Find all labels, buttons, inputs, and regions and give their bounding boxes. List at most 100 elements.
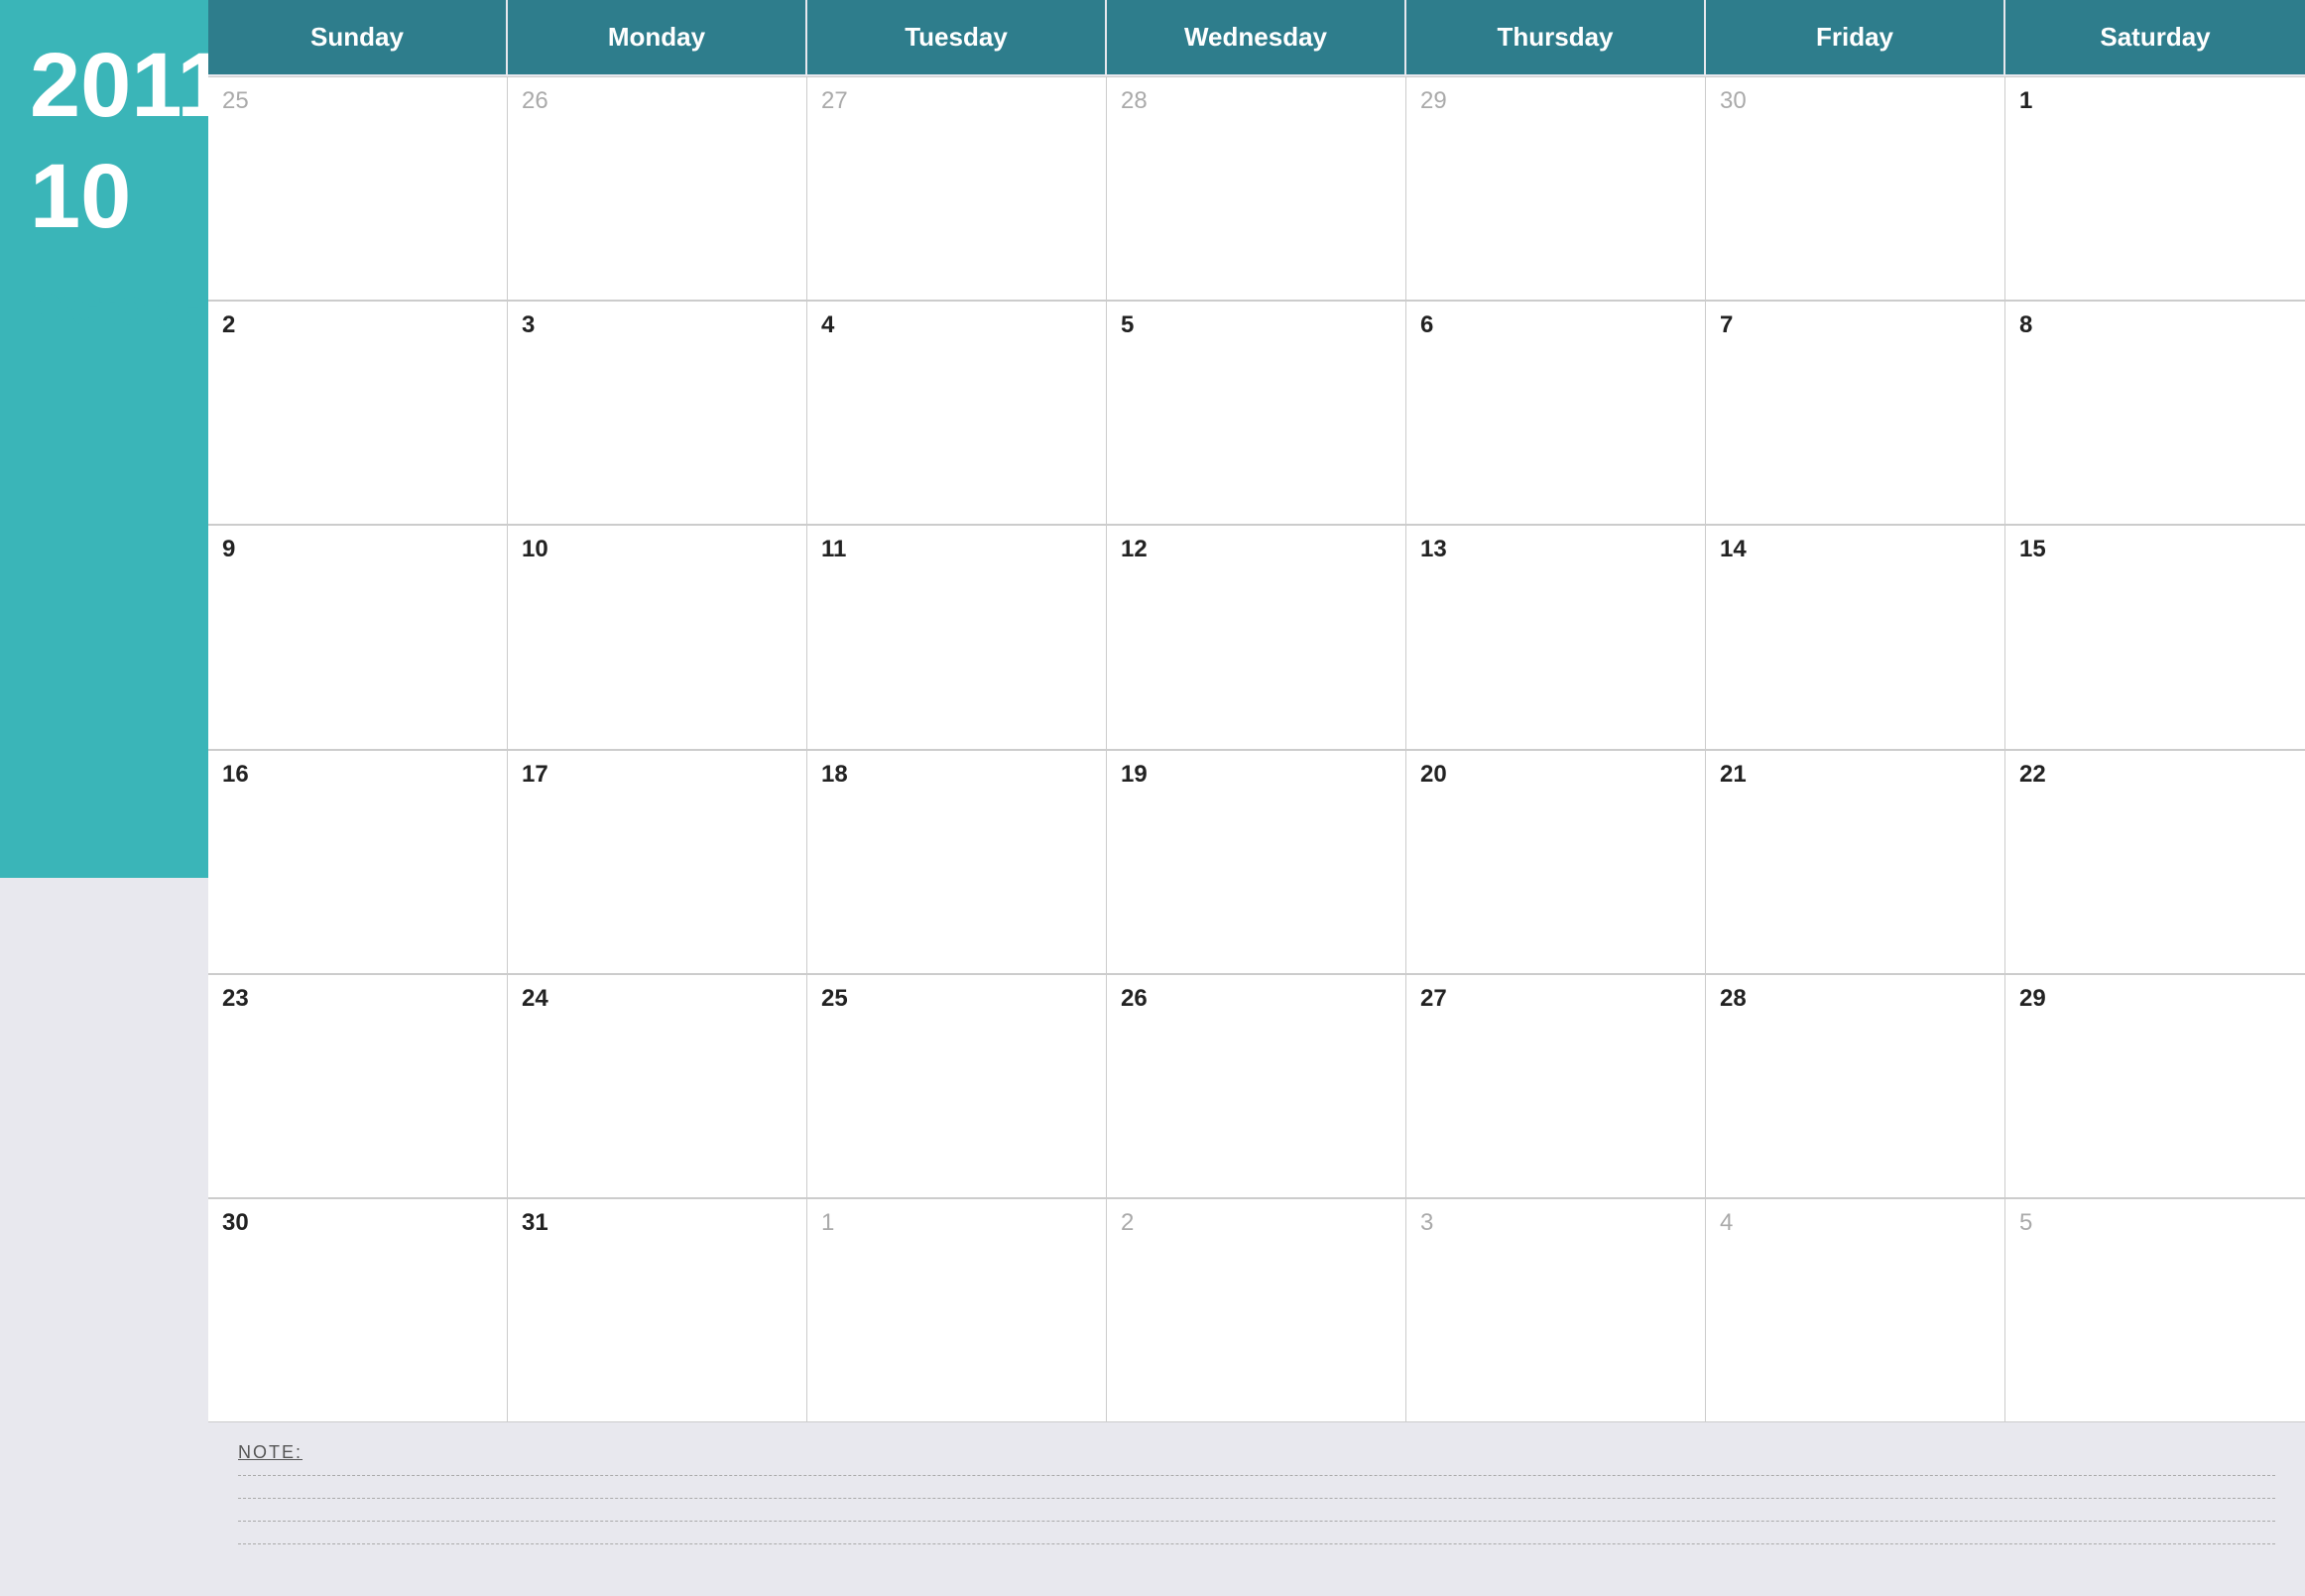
- day-number: 7: [1720, 311, 1991, 339]
- day-number: 22: [2019, 761, 2291, 789]
- day-cell: 31: [508, 1198, 807, 1422]
- day-cell: 18: [807, 750, 1107, 974]
- day-cell: 30: [1706, 76, 2005, 301]
- day-number: 29: [2019, 985, 2291, 1013]
- day-cell: 15: [2005, 525, 2305, 749]
- header-cell-saturday: Saturday: [2005, 0, 2305, 76]
- weeks-container: 2526272829301234567891011121314151617181…: [208, 76, 2305, 1422]
- header-cell-wednesday: Wednesday: [1107, 0, 1406, 76]
- day-cell: 6: [1406, 301, 1706, 525]
- sidebar: 2011 10 October: [0, 0, 208, 1596]
- day-cell: 28: [1107, 76, 1406, 301]
- day-number: 19: [1121, 761, 1392, 789]
- notes-line: [238, 1521, 2275, 1522]
- notes-section: NOTE:: [208, 1422, 2305, 1596]
- notes-line: [238, 1498, 2275, 1499]
- day-number: 25: [821, 985, 1092, 1013]
- day-cell: 29: [1406, 76, 1706, 301]
- day-cell: 27: [1406, 974, 1706, 1198]
- month-name-label: October: [30, 282, 227, 333]
- day-cell: 21: [1706, 750, 2005, 974]
- day-number: 2: [222, 311, 493, 339]
- day-cell: 11: [807, 525, 1107, 749]
- day-cell: 23: [208, 974, 508, 1198]
- day-number: 4: [1720, 1209, 1991, 1237]
- day-cell: 16: [208, 750, 508, 974]
- day-number: 4: [821, 311, 1092, 339]
- header-cell-monday: Monday: [508, 0, 807, 76]
- day-number: 20: [1420, 761, 1691, 789]
- calendar-grid: SundayMondayTuesdayWednesdayThursdayFrid…: [208, 0, 2305, 1422]
- header-cell-friday: Friday: [1706, 0, 2005, 76]
- day-cell: 8: [2005, 301, 2305, 525]
- day-cell: 9: [208, 525, 508, 749]
- day-number: 24: [522, 985, 792, 1013]
- week-row-2: 2345678: [208, 301, 2305, 525]
- day-cell: 2: [208, 301, 508, 525]
- day-number: 10: [522, 536, 792, 563]
- day-cell: 25: [807, 974, 1107, 1198]
- day-number: 26: [1121, 985, 1392, 1013]
- week-row-5: 23 24 25 26 27 28 29: [208, 974, 2305, 1198]
- day-cell: 27: [807, 76, 1107, 301]
- notes-label: NOTE:: [238, 1442, 2275, 1463]
- day-number: 1: [2019, 87, 2291, 115]
- day-number: 5: [2019, 1209, 2291, 1237]
- day-number: 3: [1420, 1209, 1691, 1237]
- day-cell: 5: [1107, 301, 1406, 525]
- day-number: 26: [522, 87, 792, 115]
- header-cell-thursday: Thursday: [1406, 0, 1706, 76]
- day-number: 30: [1720, 87, 1991, 115]
- day-number: 2: [1121, 1209, 1392, 1237]
- day-cell: 3: [508, 301, 807, 525]
- day-number: 11: [821, 536, 1092, 563]
- day-number: 18: [821, 761, 1092, 789]
- day-number: 25: [222, 87, 493, 115]
- day-cell: 25: [208, 76, 508, 301]
- day-cell: 26: [508, 76, 807, 301]
- day-cell: 19: [1107, 750, 1406, 974]
- notes-line: [238, 1475, 2275, 1476]
- day-number: 27: [821, 87, 1092, 115]
- week-row-1: 25 26 27 28 29 30 1: [208, 76, 2305, 301]
- header-cell-tuesday: Tuesday: [807, 0, 1107, 76]
- day-number: 29: [1420, 87, 1691, 115]
- day-number: 14: [1720, 536, 1991, 563]
- day-cell: 26: [1107, 974, 1406, 1198]
- calendar-main: SundayMondayTuesdayWednesdayThursdayFrid…: [208, 0, 2305, 1596]
- day-cell: 30: [208, 1198, 508, 1422]
- day-number: 30: [222, 1209, 493, 1237]
- week-row-4: 1617 18 19 20 21 22: [208, 750, 2305, 974]
- day-cell: 2: [1107, 1198, 1406, 1422]
- day-number: 8: [2019, 311, 2291, 339]
- day-cell: 12: [1107, 525, 1406, 749]
- day-cell: 17: [508, 750, 807, 974]
- day-cell: 4: [807, 301, 1107, 525]
- day-cell: 13: [1406, 525, 1706, 749]
- day-number: 1: [821, 1209, 1092, 1237]
- day-cell: 20: [1406, 750, 1706, 974]
- day-number: 6: [1420, 311, 1691, 339]
- day-cell: 28: [1706, 974, 2005, 1198]
- day-number: 23: [222, 985, 493, 1013]
- day-number: 27: [1420, 985, 1691, 1013]
- year-label: 2011: [30, 40, 228, 131]
- day-cell: 4: [1706, 1198, 2005, 1422]
- day-number: 12: [1121, 536, 1392, 563]
- day-number: 3: [522, 311, 792, 339]
- month-number-label: 10: [30, 151, 131, 242]
- day-number: 5: [1121, 311, 1392, 339]
- week-row-3: 9 10 11 12 13 14 15: [208, 525, 2305, 749]
- day-number: 13: [1420, 536, 1691, 563]
- day-cell: 3: [1406, 1198, 1706, 1422]
- day-cell: 1: [807, 1198, 1107, 1422]
- day-cell: 14: [1706, 525, 2005, 749]
- day-number: 31: [522, 1209, 792, 1237]
- calendar-header: SundayMondayTuesdayWednesdayThursdayFrid…: [208, 0, 2305, 76]
- day-number: 15: [2019, 536, 2291, 563]
- day-number: 28: [1121, 87, 1392, 115]
- day-cell: 7: [1706, 301, 2005, 525]
- day-cell: 24: [508, 974, 807, 1198]
- day-cell: 5: [2005, 1198, 2305, 1422]
- week-row-6: 30 31 1 23 45: [208, 1198, 2305, 1422]
